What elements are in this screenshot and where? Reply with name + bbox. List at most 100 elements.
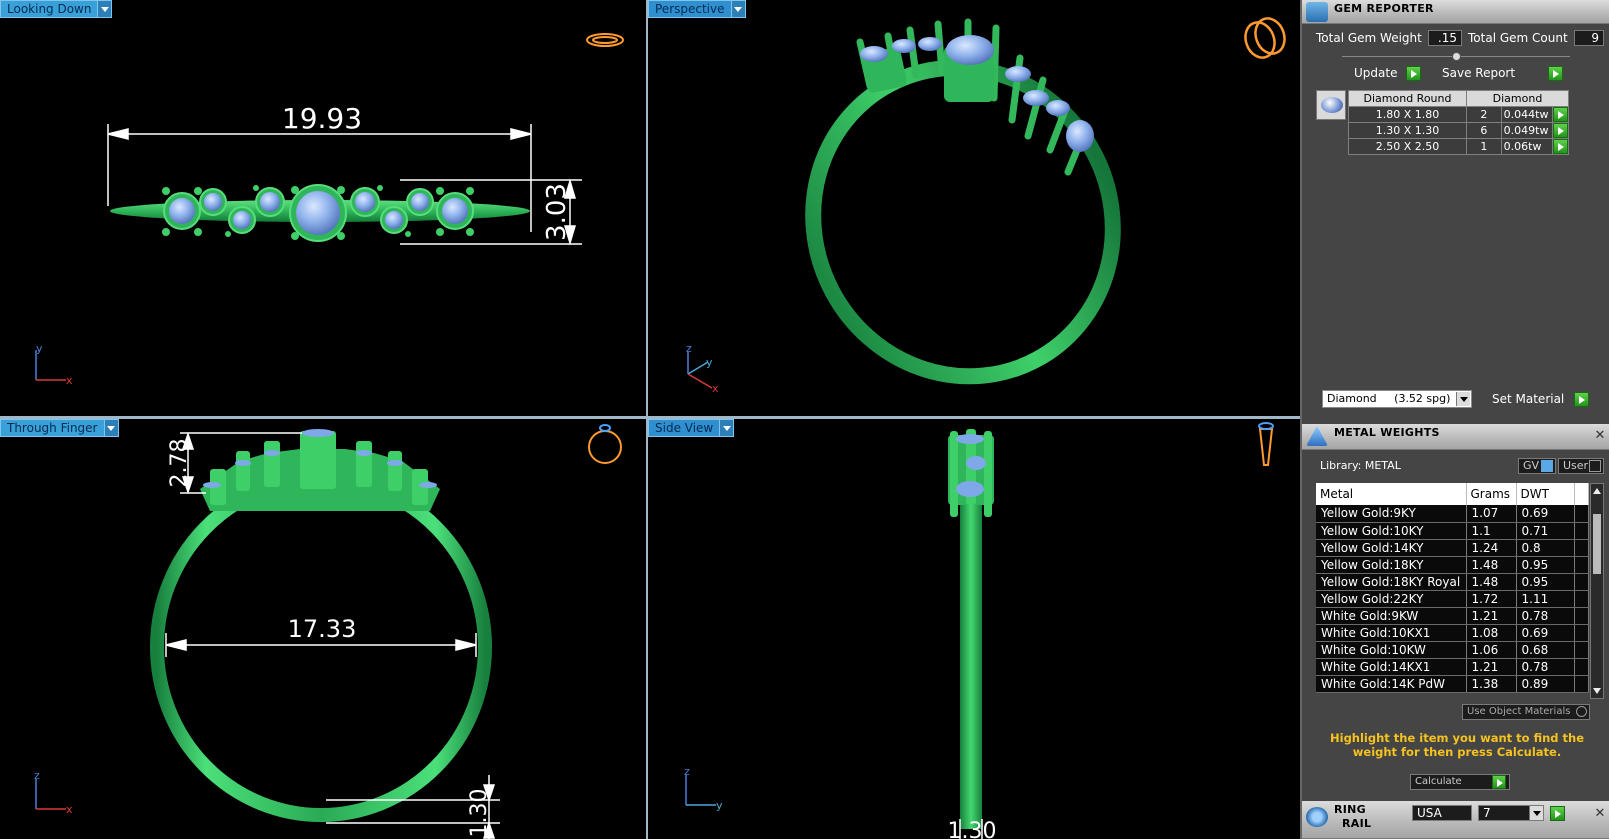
- user-toggle[interactable]: User: [1558, 458, 1604, 474]
- gem-row[interactable]: 1.30 X 1.30 6 0.049tw: [1348, 122, 1570, 139]
- viewport-through-finger[interactable]: 2.78 17.33 1.30 z x Through Finger: [0, 419, 646, 839]
- gem-row-select-button[interactable]: [1552, 107, 1568, 122]
- metal-row[interactable]: Yellow Gold:18KY 1.48 0.95: [1316, 556, 1589, 574]
- total-gem-count-field[interactable]: 9: [1574, 30, 1604, 46]
- scroll-up-icon[interactable]: [1593, 488, 1601, 494]
- close-icon[interactable]: ✕: [1593, 429, 1607, 443]
- dim-width-label: 19.93: [282, 102, 362, 135]
- svg-text:z: z: [686, 342, 692, 355]
- ring-size-select[interactable]: 7: [1478, 805, 1544, 821]
- metal-cell-dwt: 0.78: [1516, 658, 1575, 676]
- save-report-go-button[interactable]: [1548, 66, 1563, 81]
- viewport-divider-horizontal[interactable]: [0, 416, 1300, 419]
- viewport-menu-button[interactable]: [97, 1, 112, 17]
- metal-cell-grams: 1.24: [1466, 539, 1517, 557]
- metal-cell-dwt: 0.89: [1516, 675, 1575, 693]
- update-button[interactable]: Update: [1350, 66, 1410, 82]
- viewport-tab[interactable]: Perspective: [648, 0, 746, 18]
- update-go-button[interactable]: [1406, 66, 1421, 81]
- side-panel: GEM REPORTER Total Gem Weight .15 Total …: [1300, 0, 1609, 839]
- gem-thumbnail: [1316, 90, 1346, 120]
- axis-gizmo: z y: [684, 765, 723, 812]
- gem-col-material: Diamond: [1466, 90, 1569, 107]
- viewport-perspective[interactable]: z y x Perspective: [648, 0, 1300, 416]
- looking-down-canvas: 19.93 3.03 y x: [35, 33, 624, 387]
- dim-side-width-label: 1.30: [948, 819, 997, 839]
- metal-cell-metal: White Gold:9KW: [1316, 607, 1467, 625]
- metal-cell-dwt: 1.11: [1516, 590, 1575, 608]
- metal-cell-grams: 1.38: [1466, 675, 1517, 693]
- scroll-down-icon[interactable]: [1593, 688, 1601, 694]
- set-material-go-button[interactable]: [1574, 392, 1589, 407]
- metal-row[interactable]: Yellow Gold:14KY 1.24 0.8: [1316, 539, 1589, 557]
- viewport-side-view[interactable]: 1.30 z y Side View: [648, 419, 1300, 839]
- metal-row[interactable]: White Gold:14KX1 1.21 0.78: [1316, 658, 1589, 676]
- view-cube-icon: [1258, 422, 1274, 466]
- metal-row[interactable]: Yellow Gold:9KY 1.07 0.69: [1316, 505, 1589, 523]
- metal-cell-metal: Yellow Gold:18KY: [1316, 556, 1467, 574]
- metal-cell-metal: Yellow Gold:22KY: [1316, 590, 1467, 608]
- perspective-canvas: z y x: [686, 17, 1286, 395]
- viewport-divider-vertical[interactable]: [646, 0, 648, 839]
- viewport-tab[interactable]: Through Finger: [0, 419, 119, 437]
- report-slider-handle[interactable]: [1452, 52, 1461, 61]
- metal-row[interactable]: Yellow Gold:18KY Royal 1.48 0.95: [1316, 573, 1589, 591]
- metal-cell-grams: 1.48: [1466, 573, 1517, 591]
- gem-reporter-header: GEM REPORTER: [1302, 0, 1609, 24]
- save-report-button[interactable]: Save Report: [1438, 66, 1546, 82]
- gem-col-shape: Diamond Round: [1348, 90, 1467, 107]
- viewport-tab[interactable]: Looking Down: [0, 0, 113, 18]
- material-select-arrow[interactable]: [1456, 392, 1470, 406]
- view-cube-icon: [586, 33, 624, 47]
- metal-row[interactable]: White Gold:9KW 1.21 0.78: [1316, 607, 1589, 625]
- material-select[interactable]: Diamond (3.52 spg): [1322, 390, 1472, 408]
- metal-row[interactable]: Yellow Gold:22KY 1.72 1.11: [1316, 590, 1589, 608]
- use-object-materials-toggle[interactable]: Use Object Materials: [1462, 704, 1590, 720]
- viewport-menu-button[interactable]: [103, 420, 118, 436]
- total-gem-count-label: Total Gem Count: [1468, 31, 1568, 45]
- gem-row-select-button[interactable]: [1552, 139, 1568, 154]
- metal-col-dwt: DWT: [1516, 483, 1575, 505]
- ring-size-select-arrow[interactable]: [1529, 806, 1543, 820]
- gem-setting-perspective: [856, 18, 1094, 176]
- metal-cell-metal: White Gold:14K PdW: [1316, 675, 1467, 693]
- through-finger-canvas: 2.78 17.33 1.30 z x: [34, 424, 622, 839]
- axis-gizmo: z x: [34, 769, 73, 816]
- metal-col-metal: Metal: [1316, 483, 1467, 505]
- metal-row[interactable]: Yellow Gold:10KY 1.1 0.71: [1316, 522, 1589, 540]
- metal-row[interactable]: White Gold:14K PdW 1.38 0.89: [1316, 675, 1589, 693]
- metal-cell-metal: White Gold:10KW: [1316, 641, 1467, 659]
- metal-cell-grams: 1.07: [1466, 505, 1517, 523]
- viewport-menu-button[interactable]: [719, 420, 734, 436]
- gem-row-select-button[interactable]: [1552, 123, 1568, 138]
- viewport-title: Through Finger: [7, 421, 98, 435]
- side-view-canvas: 1.30 z y: [684, 422, 1274, 839]
- svg-text:x: x: [712, 382, 719, 395]
- scroll-thumb[interactable]: [1593, 514, 1601, 574]
- metal-cell-metal: Yellow Gold:14KY: [1316, 539, 1467, 557]
- metal-table-scrollbar[interactable]: [1590, 483, 1604, 699]
- gem-row[interactable]: 2.50 X 2.50 1 0.06tw: [1348, 138, 1570, 155]
- metal-row[interactable]: White Gold:10KW 1.06 0.68: [1316, 641, 1589, 659]
- gem-row[interactable]: 1.80 X 1.80 2 0.044tw: [1348, 106, 1570, 123]
- metal-cell-metal: White Gold:10KX1: [1316, 624, 1467, 642]
- round-diamond-icon: [1321, 97, 1343, 113]
- viewport-menu-button[interactable]: [730, 1, 745, 17]
- metal-cell-metal: White Gold:14KX1: [1316, 658, 1467, 676]
- viewport-tab[interactable]: Side View: [648, 419, 735, 437]
- close-icon[interactable]: ✕: [1593, 807, 1607, 821]
- metal-cell-grams: 1.72: [1466, 590, 1517, 608]
- gv-toggle[interactable]: GV: [1518, 458, 1556, 474]
- viewport-looking-down[interactable]: 19.93 3.03 y x Looking Down: [0, 0, 646, 416]
- total-gem-weight-field[interactable]: .15: [1428, 30, 1462, 46]
- ring-rail-go-button[interactable]: [1550, 806, 1565, 821]
- library-label: Library: METAL: [1320, 459, 1401, 472]
- ring-rail-icon: [1306, 807, 1328, 827]
- calculate-go-button[interactable]: [1492, 775, 1506, 789]
- set-material-button[interactable]: Set Material: [1488, 392, 1584, 408]
- metal-cell-dwt: 0.68: [1516, 641, 1575, 659]
- dim-thickness-label: 1.30: [467, 789, 492, 838]
- rhino-workspace: 19.93 3.03 y x Looking Down z y x Perspe…: [0, 0, 1609, 839]
- metal-row[interactable]: White Gold:10KX1 1.08 0.69: [1316, 624, 1589, 642]
- ring-size-standard-field[interactable]: USA: [1412, 805, 1472, 821]
